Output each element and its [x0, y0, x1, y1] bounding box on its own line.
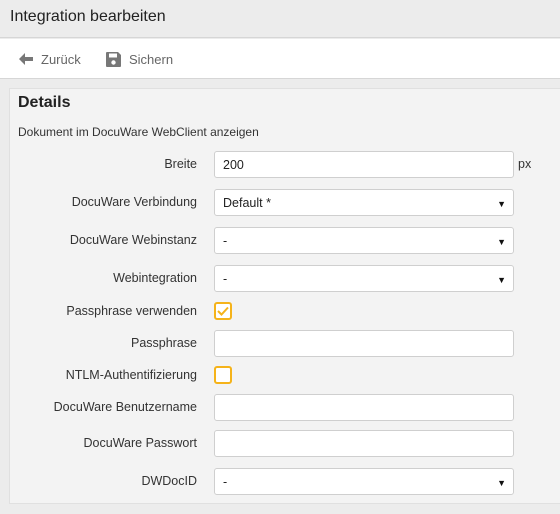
passphrase-verwenden-checkbox[interactable]: [214, 302, 232, 320]
dwdocid-label: DWDocID: [141, 474, 197, 488]
passphrase-verwenden-label: Passphrase verwenden: [66, 304, 197, 318]
webinstanz-label: DocuWare Webinstanz: [69, 233, 197, 247]
details-subtitle: Dokument im DocuWare WebClient anzeigen: [18, 125, 259, 139]
breite-input[interactable]: 200: [214, 151, 514, 178]
dwdocid-select[interactable]: - ▼: [214, 468, 514, 495]
passphrase-label: Passphrase: [130, 336, 197, 350]
webinstanz-value: -: [223, 233, 228, 248]
save-button-label: Sichern: [129, 51, 174, 67]
verbindung-label: DocuWare Verbindung: [71, 195, 197, 209]
benutzername-input[interactable]: [214, 394, 514, 421]
webintegration-select[interactable]: - ▼: [214, 265, 514, 292]
verbindung-value: Default *: [223, 195, 271, 210]
details-heading: Details: [18, 94, 71, 111]
details-panel: Details Dokument im DocuWare WebClient a…: [9, 88, 560, 504]
webintegration-label: Webintegration: [113, 271, 197, 285]
title-bar: Integration bearbeiten: [0, 0, 560, 38]
back-button[interactable]: Zurück: [19, 39, 81, 79]
ntlm-checkbox[interactable]: [214, 366, 232, 384]
window-title: Integration bearbeiten: [10, 8, 166, 25]
passwort-input[interactable]: [214, 430, 514, 457]
ntlm-label: NTLM-Authentifizierung: [65, 368, 197, 382]
webinstanz-select[interactable]: - ▼: [214, 227, 514, 254]
back-button-label: Zurück: [41, 51, 81, 67]
verbindung-select[interactable]: Default * ▼: [214, 189, 514, 216]
checkmark-icon: [217, 306, 229, 316]
caret-down-icon: ▼: [497, 478, 506, 488]
caret-down-icon: ▼: [497, 275, 506, 285]
benutzername-label: DocuWare Benutzername: [53, 400, 197, 414]
breite-unit: px: [518, 157, 532, 171]
arrow-left-icon: [19, 53, 33, 65]
caret-down-icon: ▼: [497, 199, 506, 209]
passphrase-input[interactable]: [214, 330, 514, 357]
breite-value: 200: [223, 157, 244, 172]
breite-label: Breite: [164, 157, 197, 171]
floppy-disk-icon: [106, 51, 121, 67]
toolbar: Zurück Sichern: [0, 39, 560, 79]
webintegration-value: -: [223, 271, 228, 286]
passwort-label: DocuWare Passwort: [83, 436, 197, 450]
caret-down-icon: ▼: [497, 237, 506, 247]
dwdocid-value: -: [223, 474, 228, 489]
save-button[interactable]: Sichern: [106, 39, 173, 79]
